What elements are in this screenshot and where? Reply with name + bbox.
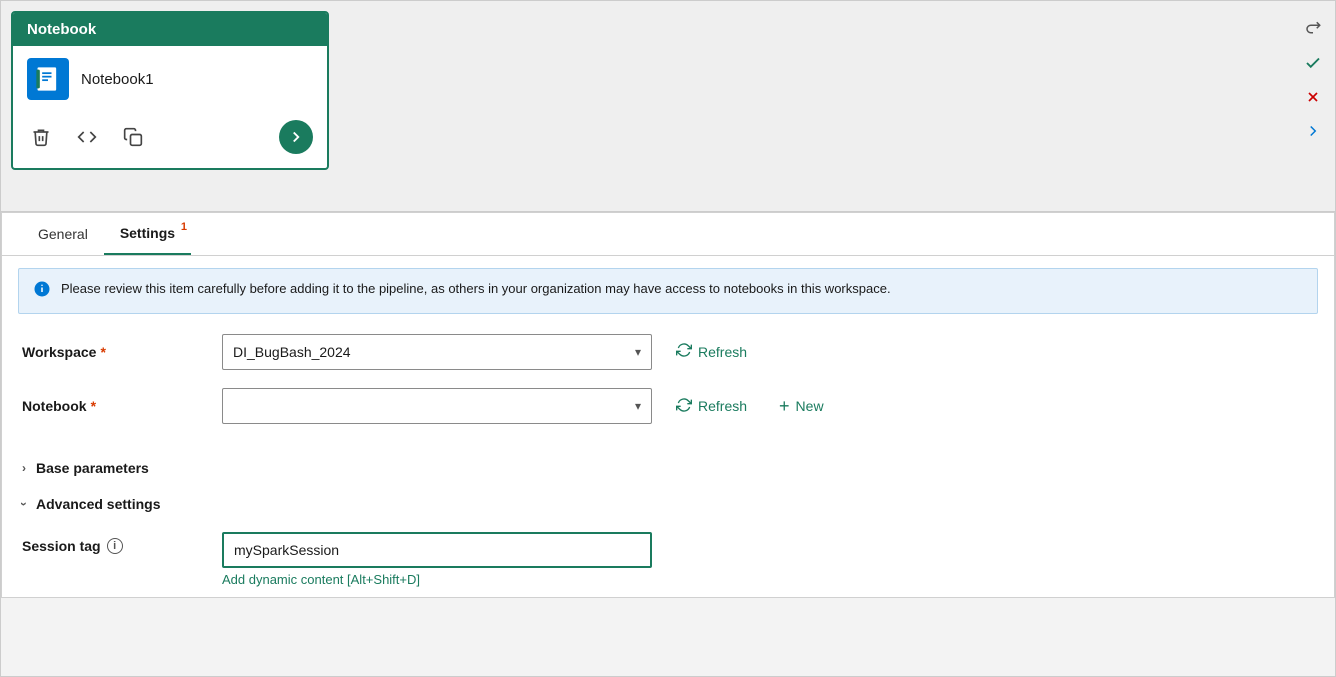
workspace-label: Workspace * [22,344,222,360]
delete-icon[interactable] [27,123,55,151]
navigate-arrow-icon[interactable] [279,120,313,154]
tabs-row: General Settings 1 [2,213,1334,256]
info-icon [33,280,51,303]
base-parameters-section[interactable]: › Base parameters [2,450,1334,486]
notebook-refresh-button[interactable]: Refresh [668,393,755,420]
session-input-area: Add dynamic content [Alt+Shift+D] [222,532,652,587]
notebook-new-button[interactable]: + New [771,392,832,421]
form-section: Workspace * DI_BugBash_2024 ▾ [2,326,1334,450]
copy-icon[interactable] [119,123,147,151]
base-parameters-chevron: › [22,461,26,475]
code-icon[interactable] [73,123,101,151]
notebook-name: Notebook1 [81,71,154,88]
advanced-settings-section[interactable]: › Advanced settings [2,486,1334,522]
card-actions [13,112,327,168]
workspace-value: DI_BugBash_2024 [233,344,351,360]
top-panel: Notebook Notebook1 [1,1,1335,211]
workspace-dropdown[interactable]: DI_BugBash_2024 ▾ [222,334,652,370]
notebook-dropdown[interactable]: ▾ [222,388,652,424]
session-tag-row: Session tag i Add dynamic content [Alt+S… [2,522,1334,597]
notebook-refresh-icon [676,397,692,416]
notebook-new-label: New [796,398,824,414]
tab-general[interactable]: General [22,214,104,254]
dynamic-content-link[interactable]: Add dynamic content [Alt+Shift+D] [222,572,652,587]
workspace-row: Workspace * DI_BugBash_2024 ▾ [22,334,1314,370]
notebook-control-area: ▾ Refresh + N [222,388,1314,424]
workspace-refresh-icon [676,342,692,363]
workspace-dropdown-arrow: ▾ [635,345,641,359]
main-container: Notebook Notebook1 [0,0,1336,677]
info-message: Please review this item carefully before… [61,279,891,299]
close-icon[interactable] [1299,83,1327,111]
notebook-icon [27,58,69,100]
notebook-label: Notebook * [22,398,222,414]
info-bar: Please review this item carefully before… [18,268,1318,314]
workspace-required: * [100,344,105,360]
card-header: Notebook [13,13,327,46]
card-body: Notebook1 [13,46,327,112]
new-icon: + [779,396,790,417]
advanced-settings-chevron: › [17,502,31,506]
notebook-required: * [91,398,96,414]
session-tag-label: Session tag i [22,532,222,554]
notebook-dropdown-arrow: ▾ [635,399,641,413]
arrow-right-icon[interactable] [1299,117,1327,145]
session-tag-input[interactable] [222,532,652,568]
workspace-control-area: DI_BugBash_2024 ▾ Refresh [222,334,1314,370]
advanced-settings-label: Advanced settings [36,496,160,512]
settings-panel: General Settings 1 Please review this it… [1,212,1335,598]
workspace-refresh-button[interactable]: Refresh [668,338,755,367]
redo-icon[interactable] [1299,15,1327,43]
workspace-refresh-label: Refresh [698,344,747,360]
notebook-row: Notebook * ▾ [22,388,1314,424]
card-title: Notebook [27,21,96,38]
settings-badge: 1 [181,221,187,233]
side-toolbar [1291,11,1335,149]
base-parameters-label: Base parameters [36,460,149,476]
notebook-card: Notebook Notebook1 [11,11,329,170]
session-tag-info-icon[interactable]: i [107,538,123,554]
tab-settings[interactable]: Settings 1 [104,213,191,255]
check-icon[interactable] [1299,49,1327,77]
notebook-refresh-label: Refresh [698,398,747,414]
